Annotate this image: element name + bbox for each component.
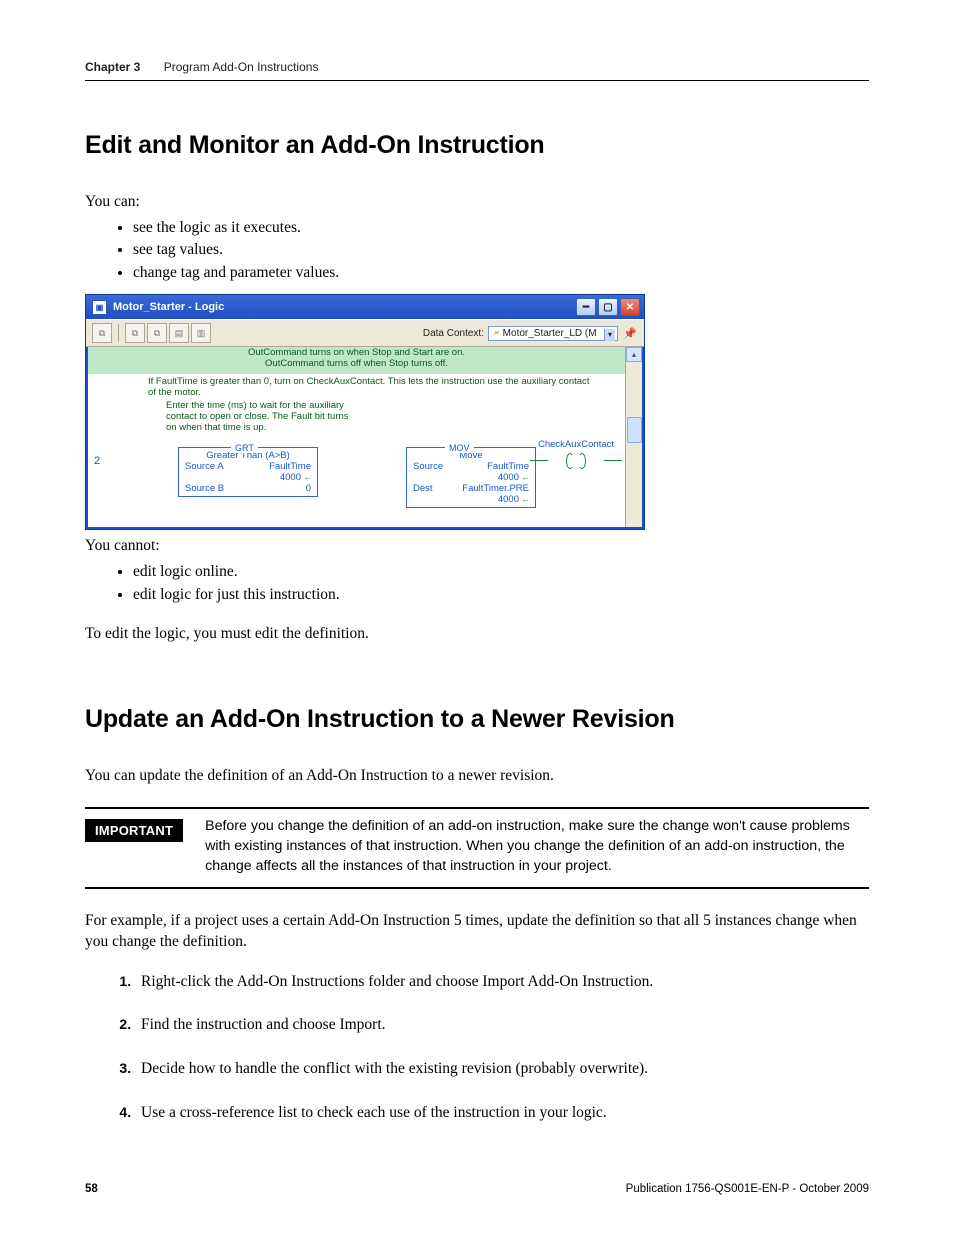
pin-icon[interactable]: 📌 [622, 325, 638, 341]
section-heading-update: Update an Add-On Instruction to a Newer … [85, 705, 869, 734]
output-coil[interactable]: CheckAuxContact [548, 453, 604, 467]
grt-srcA-label: Source A [185, 461, 224, 472]
band-line: OutCommand turns off when Stop turns off… [88, 359, 625, 370]
cannot-list: edit logic online. edit logic for just t… [85, 561, 869, 606]
grt-srcB-label: Source B [185, 483, 224, 494]
rung-number: 2 [94, 455, 100, 467]
grt-srcA-live: 4000 [280, 472, 301, 483]
section-heading-edit-monitor: Edit and Monitor an Add-On Instruction [85, 131, 869, 160]
scroll-up-button[interactable]: ▴ [626, 347, 642, 362]
controller-icon: 🗲 [493, 328, 500, 339]
can-list: see the logic as it executes. see tag va… [85, 217, 869, 284]
example-text: For example, if a project uses a certain… [85, 911, 869, 953]
chapter-title: Program Add-On Instructions [164, 60, 319, 74]
important-badge: IMPORTANT [85, 819, 183, 842]
mov-src-live: 4000 [498, 472, 519, 483]
page-number: 58 [85, 1183, 98, 1195]
cannot-item: edit logic online. [133, 561, 869, 583]
important-block: IMPORTANT Before you change the definiti… [85, 807, 869, 889]
logic-window: ▣ Motor_Starter - Logic ━ ▢ ✕ ⧉ ⧉ ⧉ ▤ ▥ … [85, 294, 645, 530]
toolbar-icon[interactable]: ▤ [169, 323, 189, 343]
step-item: Find the instruction and choose Import. [135, 1014, 869, 1036]
grt-srcA-val: FaultTime [269, 461, 311, 472]
step-item: Right-click the Add-On Instructions fold… [135, 971, 869, 993]
step-item: Decide how to handle the conflict with t… [135, 1058, 869, 1080]
mov-dest-label: Dest [413, 483, 433, 494]
coil-icon [566, 453, 586, 467]
operand-comment: Enter the time (ms) to wait for the auxi… [166, 401, 356, 434]
can-item: change tag and parameter values. [133, 262, 869, 284]
important-text: Before you change the definition of an a… [205, 817, 869, 877]
data-context-label: Data Context: [423, 328, 484, 339]
mov-instruction[interactable]: MOV Move SourceFaultTime 4000← DestFault… [406, 447, 536, 508]
toolbar-icon[interactable]: ⧉ [125, 323, 145, 343]
rung-comment: If FaultTime is greater than 0, turn on … [148, 377, 595, 399]
steps-list: Right-click the Add-On Instructions fold… [85, 971, 869, 1124]
vertical-scrollbar[interactable]: ▴ [625, 347, 642, 527]
close-button[interactable]: ✕ [620, 298, 640, 316]
value-arrow-icon: ← [521, 473, 529, 481]
window-titlebar[interactable]: ▣ Motor_Starter - Logic ━ ▢ ✕ [86, 295, 644, 319]
ladder-canvas[interactable]: OutCommand turns on when Stop and Start … [88, 347, 625, 527]
wire-left [530, 460, 548, 461]
page-footer: 58 Publication 1756-QS001E-EN-P - Octobe… [85, 1183, 869, 1195]
chapter-label: Chapter 3 [85, 60, 140, 74]
minimize-button[interactable]: ━ [576, 298, 596, 316]
cannot-item: edit logic for just this instruction. [133, 584, 869, 606]
toolbar-icon[interactable]: ⧉ [92, 323, 112, 343]
window-title-text: Motor_Starter - Logic [113, 301, 224, 313]
grt-mnemonic: GRT [231, 443, 258, 453]
value-arrow-icon: ← [521, 495, 529, 503]
scroll-thumb[interactable] [627, 417, 642, 443]
wire-right [604, 460, 622, 461]
grt-instruction[interactable]: GRT Greater Than (A>B) Source AFaultTime… [178, 447, 318, 497]
mov-mnemonic: MOV [445, 443, 474, 453]
can-item: see tag values. [133, 239, 869, 261]
mov-src-val: FaultTime [487, 461, 529, 472]
mov-src-label: Source [413, 461, 443, 472]
toolbar-separator [118, 324, 119, 342]
intro-cannot: You cannot: [85, 536, 869, 557]
value-arrow-icon: ← [303, 473, 311, 481]
grt-srcB-val: 0 [306, 483, 311, 494]
rung-comment-band: OutCommand turns on when Stop and Start … [88, 347, 625, 374]
mov-dest-val: FaultTimer.PRE [462, 483, 529, 494]
maximize-button[interactable]: ▢ [598, 298, 618, 316]
data-context-dropdown[interactable]: 🗲 Motor_Starter_LD (M ▾ [488, 326, 618, 341]
coil-label: CheckAuxContact [516, 439, 636, 450]
page-header: Chapter 3 Program Add-On Instructions [85, 60, 869, 81]
toolbar-icon[interactable]: ⧉ [147, 323, 167, 343]
publication-id: Publication 1756-QS001E-EN-P - October 2… [626, 1183, 869, 1195]
closing-text: To edit the logic, you must edit the def… [85, 624, 869, 645]
window-icon: ▣ [92, 300, 107, 315]
step-item: Use a cross-reference list to check each… [135, 1102, 869, 1124]
chevron-down-icon: ▾ [604, 329, 615, 341]
update-intro: You can update the definition of an Add-… [85, 766, 869, 787]
can-item: see the logic as it executes. [133, 217, 869, 239]
data-context-value: Motor_Starter_LD (M [503, 328, 597, 339]
mov-dest-live: 4000 [498, 494, 519, 505]
toolbar-icon[interactable]: ▥ [191, 323, 211, 343]
intro-can: You can: [85, 192, 869, 213]
window-toolbar: ⧉ ⧉ ⧉ ▤ ▥ Data Context: 🗲 Motor_Starter_… [86, 319, 644, 347]
